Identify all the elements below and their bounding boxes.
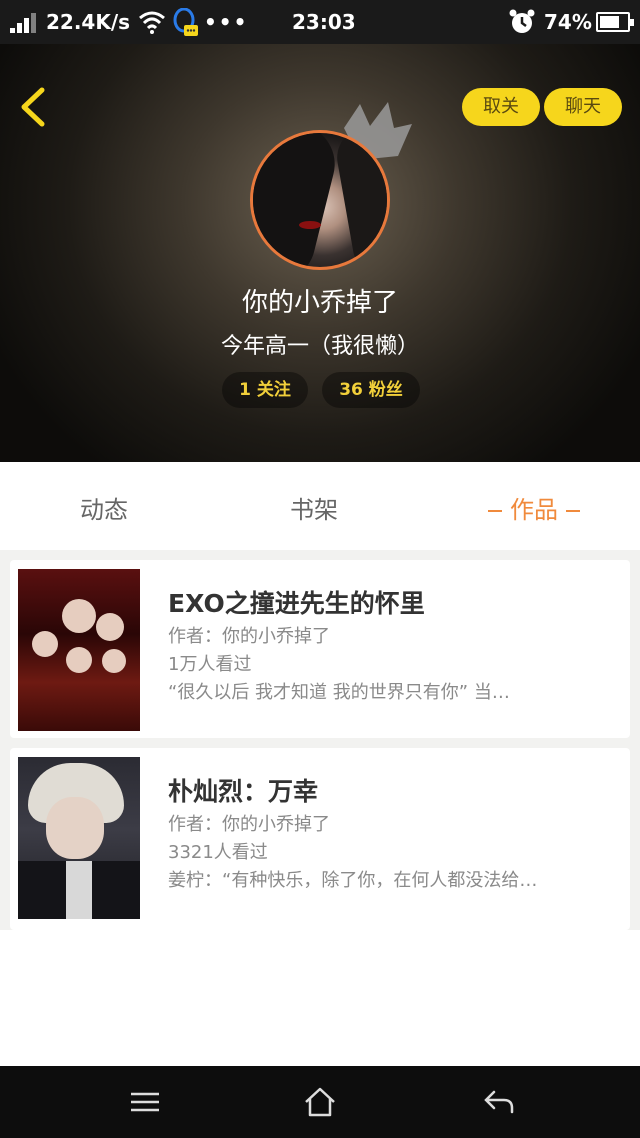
works-list: EXO之撞进先生的怀里 作者：你的小乔掉了 1万人看过 “很久以后 我才知道 我… (0, 550, 640, 930)
home-icon[interactable] (303, 1086, 337, 1118)
book-cover (18, 757, 140, 919)
alarm-icon (509, 9, 535, 33)
profile-tabs: 动态 书架 作品 (0, 462, 640, 550)
profile-header: 取关 聊天 你的小乔掉了 今年高一（我很懒） 1 关注 36 粉丝 (0, 44, 640, 462)
qq-notification-icon (173, 8, 198, 36)
followers-count[interactable]: 36 粉丝 (322, 372, 420, 408)
wifi-icon (139, 11, 165, 34)
network-speed: 22.4K/s (46, 10, 131, 34)
book-description: 姜柠：“有种快乐，除了你，在何人都没法给… (168, 870, 538, 891)
tab-bookshelf[interactable]: 书架 (290, 490, 338, 525)
signal-icon (10, 13, 38, 33)
clock: 23:03 (292, 10, 356, 34)
chat-button[interactable]: 聊天 (544, 88, 622, 126)
menu-icon[interactable] (128, 1086, 162, 1118)
system-navbar (0, 1066, 640, 1138)
more-dots: ••• (204, 10, 249, 34)
list-item[interactable]: EXO之撞进先生的怀里 作者：你的小乔掉了 1万人看过 “很久以后 我才知道 我… (10, 560, 630, 738)
avatar[interactable] (250, 130, 390, 270)
book-description: “很久以后 我才知道 我的世界只有你” 当… (168, 682, 510, 703)
battery-icon (596, 12, 634, 32)
book-author: 作者：你的小乔掉了 (168, 626, 330, 647)
book-title: EXO之撞进先生的怀里 (168, 589, 425, 618)
username: 你的小乔掉了 (241, 288, 398, 318)
unfollow-button[interactable]: 取关 (462, 88, 540, 126)
tab-dynamic[interactable]: 动态 (80, 490, 128, 525)
tab-works[interactable]: 作品 (480, 490, 588, 525)
list-item[interactable]: 朴灿烈：万幸 作者：你的小乔掉了 3321人看过 姜柠：“有种快乐，除了你，在何… (10, 748, 630, 930)
book-cover (18, 569, 140, 731)
book-author: 作者：你的小乔掉了 (168, 814, 330, 835)
book-views: 3321人看过 (168, 842, 268, 863)
back-icon[interactable] (482, 1086, 516, 1118)
tab-works-label: 作品 (510, 496, 558, 524)
status-bar: 22.4K/s ••• 23:03 74% (0, 0, 640, 44)
following-count[interactable]: 1 关注 (222, 372, 308, 408)
book-views: 1万人看过 (168, 654, 252, 675)
chevron-left-icon[interactable] (14, 84, 54, 130)
battery-percent: 74% (544, 10, 592, 34)
user-bio: 今年高一（我很懒） (220, 334, 419, 359)
book-title: 朴灿烈：万幸 (168, 777, 319, 806)
